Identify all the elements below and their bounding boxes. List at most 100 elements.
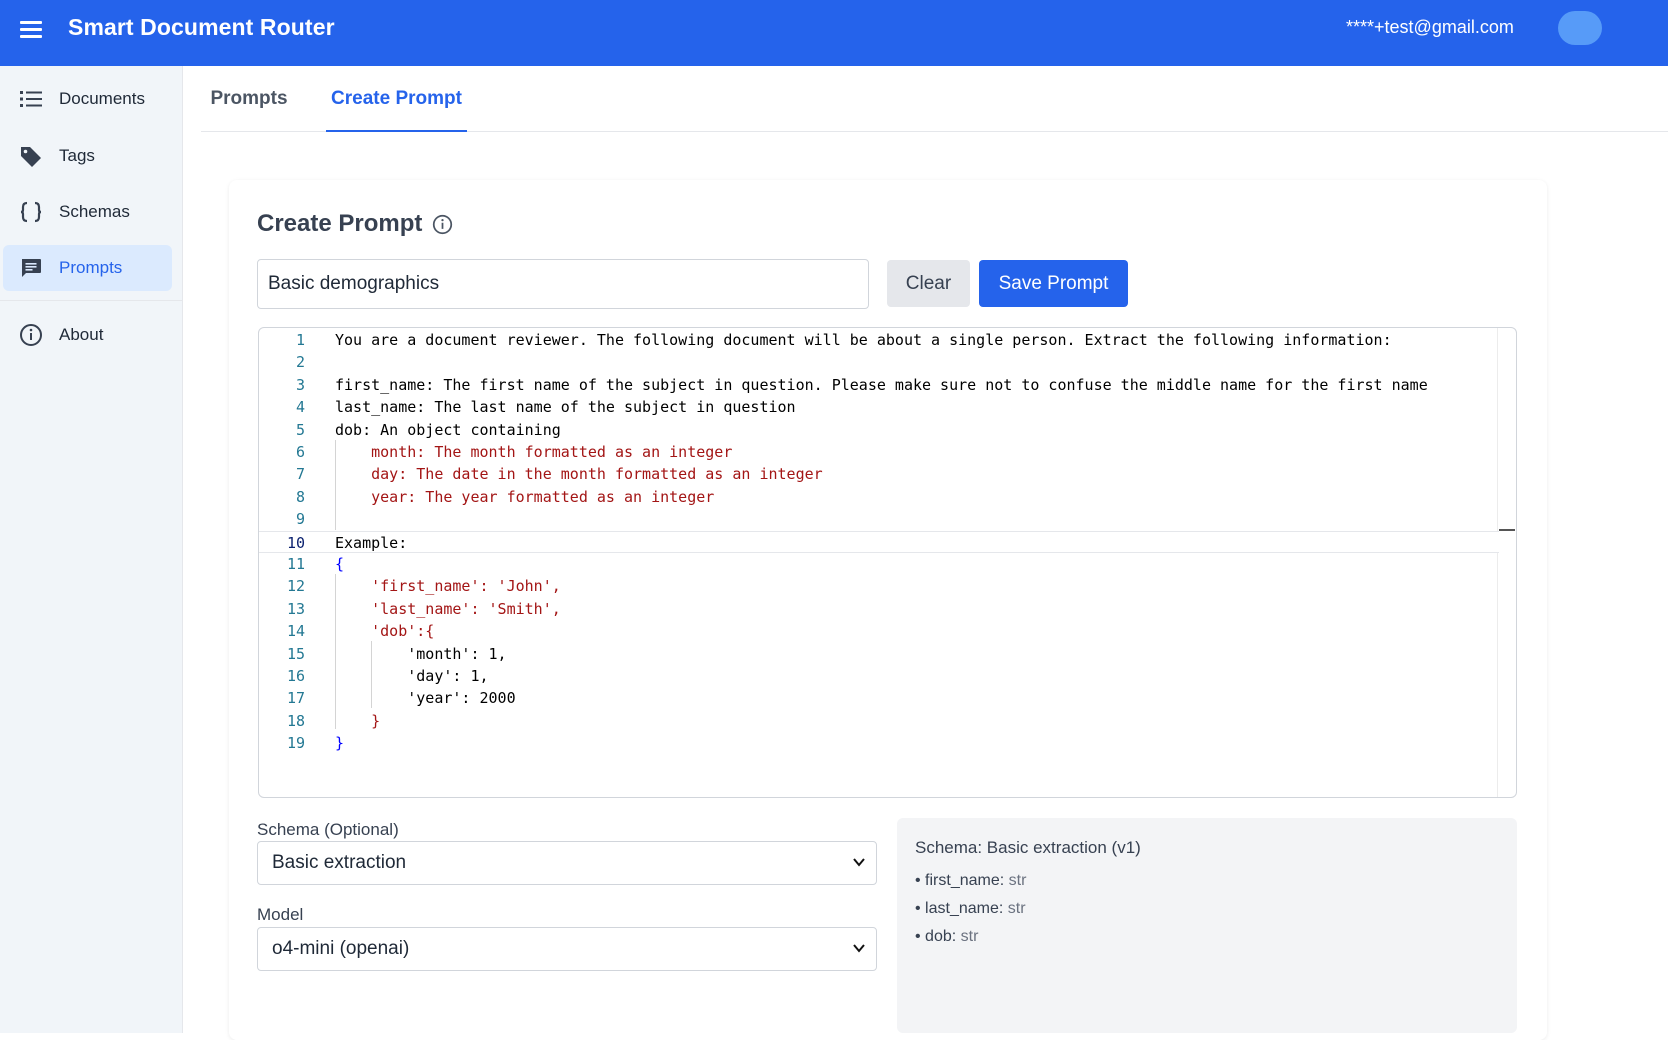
line-number: 17 xyxy=(286,689,305,708)
line-text: { xyxy=(335,555,345,573)
line-number: 12 xyxy=(286,577,305,596)
sidebar-item-documents[interactable]: Documents xyxy=(3,76,172,122)
braces-icon xyxy=(20,201,42,223)
line-text: 'month': 1, xyxy=(335,644,507,663)
sidebar-item-label: Prompts xyxy=(59,258,123,277)
editor-line[interactable]: 3 first_name: The first name of the subje… xyxy=(259,374,1499,396)
tab-prompts[interactable]: Prompts xyxy=(206,66,292,132)
schema-field: • first_name: str xyxy=(915,872,1027,889)
sidebar-item-label: About xyxy=(59,325,104,344)
user-email[interactable]: ****+test@gmail.com xyxy=(1346,17,1514,38)
line-number: 2 xyxy=(295,353,305,372)
editor-line[interactable]: 19} xyxy=(259,732,1499,754)
tag-icon xyxy=(21,147,41,167)
schema-field-name: last_name xyxy=(925,900,999,917)
chevron-down-icon xyxy=(853,944,865,953)
line-number: 13 xyxy=(286,599,305,618)
info-icon[interactable] xyxy=(432,214,453,235)
info-icon xyxy=(20,324,42,346)
app-title: Smart Document Router xyxy=(68,14,335,40)
line-text: } xyxy=(335,711,381,730)
schema-preview-title: Schema: Basic extraction (v1) xyxy=(915,838,1141,857)
line-text: 'last_name': 'Smith', xyxy=(335,599,561,618)
line-number: 7 xyxy=(295,465,305,484)
chevron-down-icon xyxy=(853,858,865,867)
hamburger-menu-icon[interactable] xyxy=(20,21,42,39)
clear-button[interactable]: Clear xyxy=(887,260,970,307)
sidebar-item-about[interactable]: About xyxy=(3,312,172,358)
sidebar: Documents Tags Schemas Prompts About xyxy=(0,66,183,1033)
schema-label: Schema (Optional) xyxy=(257,820,399,839)
model-label: Model xyxy=(257,905,304,924)
line-text: day: The date in the month formatted as … xyxy=(335,465,823,484)
chat-icon xyxy=(22,259,41,277)
line-text: You are a document reviewer. The followi… xyxy=(335,331,1392,349)
line-text: last_name: The last name of the subject … xyxy=(335,398,796,417)
editor-line[interactable]: 18 } xyxy=(259,710,1499,732)
page-title: Create Prompt xyxy=(257,210,423,237)
tab-create-prompt[interactable]: Create Prompt xyxy=(326,66,467,132)
list-icon xyxy=(20,91,42,107)
prompt-name-input[interactable] xyxy=(257,259,869,309)
schema-select-value: Basic extraction xyxy=(272,852,407,873)
schema-field: • dob: str xyxy=(915,928,979,945)
line-number: 5 xyxy=(295,420,305,439)
editor-line[interactable]: 5 dob: An object containing xyxy=(259,419,1499,441)
editor-line[interactable]: 7 day: The date in the month formatted a… xyxy=(259,463,1499,485)
schema-field-type: str xyxy=(1008,872,1027,889)
top-app-bar: Smart Document Router ****+test@gmail.co… xyxy=(0,0,1668,66)
line-number: 4 xyxy=(295,398,305,417)
sidebar-item-tags[interactable]: Tags xyxy=(3,133,172,179)
editor-line[interactable]: 2 xyxy=(259,351,1499,373)
editor-line[interactable]: 8 year: The year formatted as an integer xyxy=(259,486,1499,508)
editor-line[interactable]: 9 xyxy=(259,508,1499,530)
line-number: 14 xyxy=(286,622,305,641)
line-number: 8 xyxy=(295,487,305,506)
prompt-editor[interactable]: 1 You are a document reviewer. The follow… xyxy=(258,327,1517,798)
schema-field-name: first_name xyxy=(925,872,1000,889)
sidebar-item-schemas[interactable]: Schemas xyxy=(3,189,172,235)
line-number: 9 xyxy=(295,510,305,529)
editor-line[interactable]: 17 'year': 2000 xyxy=(259,687,1499,709)
model-select[interactable]: o4-mini (openai) xyxy=(257,927,877,971)
line-text: Example: xyxy=(335,533,408,552)
line-text: year: The year formatted as an integer xyxy=(335,487,715,506)
editor-line[interactable]: 15 'month': 1, xyxy=(259,643,1499,665)
editor-line[interactable]: 14 'dob':{ xyxy=(259,620,1499,642)
line-number: 10 xyxy=(286,533,305,552)
line-number: 18 xyxy=(286,711,305,730)
line-number: 16 xyxy=(286,667,305,685)
schema-select[interactable]: Basic extraction xyxy=(257,841,877,885)
schema-field: • last_name: str xyxy=(915,900,1026,917)
sidebar-divider xyxy=(0,300,183,301)
editor-line[interactable]: 4 last_name: The last name of the subject… xyxy=(259,396,1499,418)
line-text: 'dob':{ xyxy=(335,622,435,641)
editor-line[interactable]: 10 Example: xyxy=(259,530,1499,553)
editor-line[interactable]: 13 'last_name': 'Smith', xyxy=(259,598,1499,620)
line-text: first_name: The first name of the subjec… xyxy=(335,375,1428,394)
line-text: } xyxy=(335,734,345,753)
editor-line[interactable]: 16 'day': 1, xyxy=(259,665,1499,687)
tab-bar: Prompts Create Prompt xyxy=(201,66,1668,132)
avatar[interactable] xyxy=(1558,11,1602,45)
schema-field-type: str xyxy=(1007,900,1026,917)
line-text: 'first_name': 'John', xyxy=(335,577,561,596)
line-text: month: The month formatted as an integer xyxy=(335,443,733,461)
sidebar-item-prompts[interactable]: Prompts xyxy=(3,245,172,291)
editor-line[interactable]: 6 month: The month formatted as an integ… xyxy=(259,441,1499,463)
line-number: 19 xyxy=(286,734,305,753)
model-select-value: o4-mini (openai) xyxy=(272,938,410,959)
scrollbar-position-marker xyxy=(1499,529,1515,531)
line-text: 'year': 2000 xyxy=(335,689,516,708)
editor-line[interactable]: 12 'first_name': 'John', xyxy=(259,575,1499,597)
line-number: 1 xyxy=(295,331,305,349)
sidebar-item-label: Documents xyxy=(59,89,145,108)
line-text: dob: An object containing xyxy=(335,420,561,439)
editor-line[interactable]: 11 { xyxy=(259,553,1499,575)
line-number: 3 xyxy=(295,375,305,394)
schema-field-type: str xyxy=(960,928,979,945)
line-text: 'day': 1, xyxy=(335,667,489,685)
save-prompt-button[interactable]: Save Prompt xyxy=(979,260,1128,307)
sidebar-item-label: Schemas xyxy=(59,202,130,221)
editor-line[interactable]: 1 You are a document reviewer. The follow… xyxy=(259,329,1499,351)
